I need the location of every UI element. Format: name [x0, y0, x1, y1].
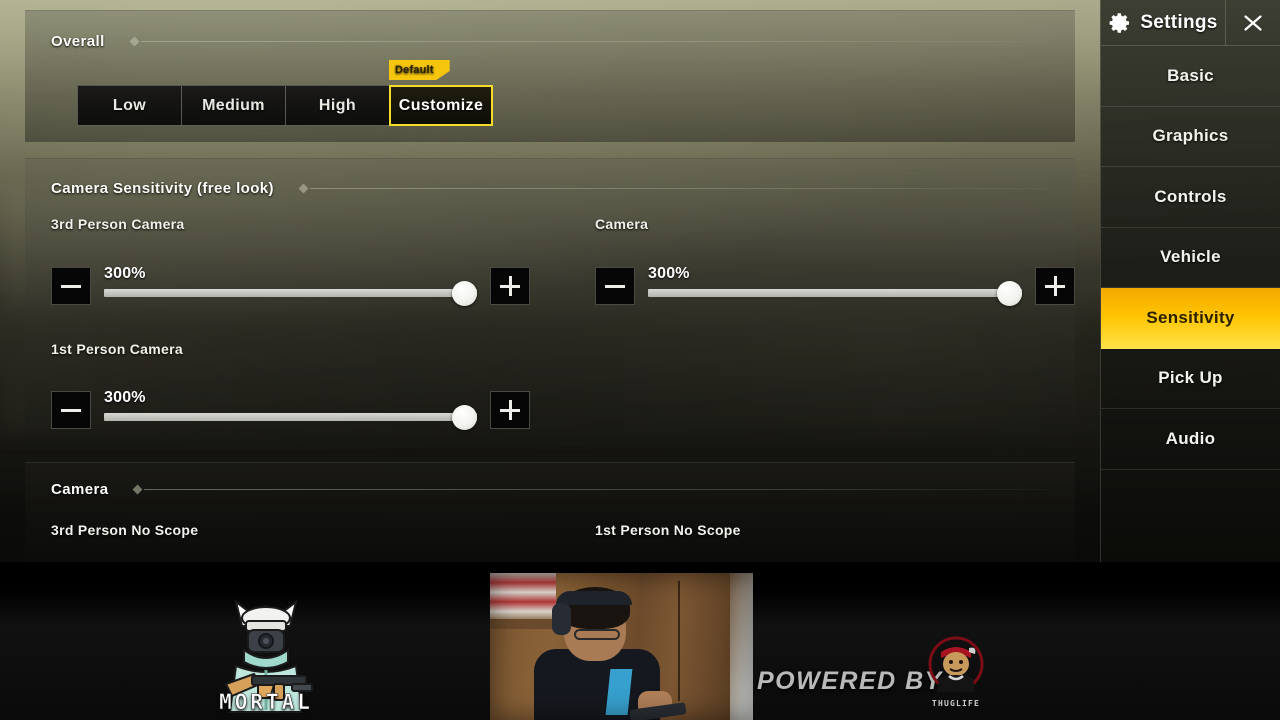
thuglife-mascot-icon	[928, 636, 984, 692]
label-3rd-person-no-scope: 3rd Person No Scope	[51, 522, 199, 538]
header-rule	[140, 41, 1047, 42]
camera-title: Camera	[51, 481, 109, 498]
slider-track[interactable]	[648, 289, 1022, 297]
slider-track-area[interactable]: 300%	[104, 389, 477, 430]
sidebar-item-pick-up[interactable]: Pick Up	[1101, 349, 1280, 409]
sidebar-item-label: Audio	[1165, 428, 1216, 448]
sidebar-item-graphics[interactable]: Graphics	[1101, 107, 1280, 167]
slider-value: 300%	[104, 265, 146, 282]
preset-label: Customize	[398, 96, 484, 114]
sidebar-item-label: Sensitivity	[1146, 308, 1235, 328]
brand-name: MORTAL	[219, 690, 313, 715]
game-settings-screen: Overall Low Medium High Default Customiz…	[0, 0, 1280, 720]
sidebar-item-vehicle[interactable]: Vehicle	[1101, 228, 1280, 288]
slider-value: 300%	[104, 389, 146, 406]
camera-sensitivity-title: Camera Sensitivity (free look)	[51, 180, 274, 197]
minus-icon[interactable]	[51, 391, 91, 429]
slider-knob[interactable]	[997, 281, 1022, 306]
sidebar-item-label: Pick Up	[1158, 368, 1223, 388]
minus-icon[interactable]	[595, 267, 635, 305]
close-icon	[1241, 11, 1265, 35]
slider-3rd-person-camera: 300%	[51, 265, 530, 306]
label-camera-right: Camera	[595, 216, 649, 232]
preset-button-medium[interactable]: Medium	[181, 85, 285, 126]
close-button[interactable]	[1226, 0, 1280, 45]
slider-track[interactable]	[104, 413, 477, 421]
slider-track[interactable]	[104, 289, 477, 297]
camera-section-header: Camera	[51, 481, 1047, 498]
overall-section-header: Overall	[51, 33, 1047, 50]
overlay-right-panel	[753, 562, 1280, 720]
slider-knob[interactable]	[452, 405, 477, 430]
sidebar-title-group: Settings	[1101, 0, 1226, 45]
plus-icon[interactable]	[490, 267, 530, 305]
default-badge: Default	[389, 60, 450, 80]
sidebar-item-audio[interactable]: Audio	[1101, 409, 1280, 470]
slider-value: 300%	[648, 265, 690, 282]
webcam-feed	[490, 573, 753, 720]
overall-panel: Overall Low Medium High Default Customiz…	[25, 10, 1075, 142]
preset-label: Medium	[202, 96, 265, 114]
minus-icon[interactable]	[51, 267, 91, 305]
diamond-icon	[132, 484, 143, 495]
sidebar-item-controls[interactable]: Controls	[1101, 167, 1280, 228]
sidebar-item-label: Graphics	[1152, 126, 1229, 146]
mortal-logo: MORTAL	[196, 588, 336, 720]
gear-icon	[1108, 11, 1132, 35]
sponsor-logo: THUGLIFE	[925, 634, 987, 708]
label-3rd-person-camera: 3rd Person Camera	[51, 216, 185, 232]
slider-knob[interactable]	[452, 281, 477, 306]
sidebar-item-basic[interactable]: Basic	[1101, 46, 1280, 107]
label-1st-person-no-scope: 1st Person No Scope	[595, 522, 741, 538]
settings-sidebar: Settings Basic Graphics Controls Vehicle	[1100, 0, 1280, 562]
label-1st-person-camera: 1st Person Camera	[51, 341, 183, 357]
slider-track-area[interactable]: 300%	[104, 265, 477, 306]
diamond-icon	[129, 36, 140, 47]
slider-camera-right: 300%	[595, 265, 1075, 306]
powered-by-label: POWERED BY	[757, 667, 943, 695]
camera-panel: Camera 3rd Person No Scope 1st Person No…	[25, 462, 1075, 562]
diamond-icon	[298, 183, 309, 194]
plus-icon[interactable]	[1035, 267, 1075, 305]
webcam-vignette	[490, 573, 753, 720]
camera-sensitivity-header: Camera Sensitivity (free look)	[51, 180, 1047, 197]
preset-button-customize[interactable]: Default Customize	[389, 60, 493, 126]
sidebar-title: Settings	[1140, 11, 1218, 33]
sidebar-item-label: Controls	[1154, 186, 1227, 206]
camera-sensitivity-panel: Camera Sensitivity (free look) 3rd Perso…	[25, 158, 1075, 446]
sidebar-item-label: Vehicle	[1160, 247, 1221, 267]
preset-label: Low	[112, 96, 147, 114]
preset-button-low[interactable]: Low	[77, 85, 181, 126]
sidebar-item-label: Basic	[1167, 65, 1214, 85]
slider-1st-person-camera: 300%	[51, 389, 530, 430]
sidebar-item-sensitivity[interactable]: Sensitivity	[1101, 288, 1280, 349]
quality-preset-row: Low Medium High Default Customize	[77, 60, 493, 126]
sidebar-header: Settings	[1101, 0, 1280, 46]
preset-label: High	[318, 96, 357, 114]
sponsor-name: THUGLIFE	[931, 699, 981, 708]
header-rule	[309, 188, 1047, 189]
plus-icon[interactable]	[490, 391, 530, 429]
preset-button-high[interactable]: High	[285, 85, 389, 126]
overall-title: Overall	[51, 33, 105, 50]
header-rule	[144, 489, 1047, 490]
slider-track-area[interactable]: 300%	[648, 265, 1022, 306]
settings-content: Overall Low Medium High Default Customiz…	[0, 0, 1100, 562]
